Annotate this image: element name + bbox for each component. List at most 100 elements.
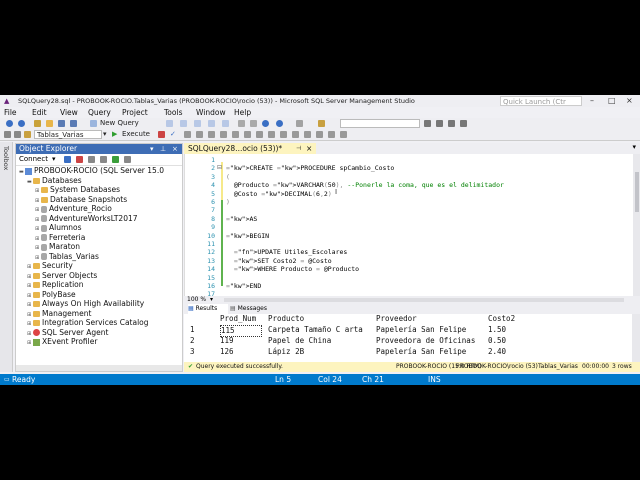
tree-node[interactable]: ⊞ Maraton (35, 242, 80, 251)
results-to-file-icon[interactable] (280, 131, 287, 138)
column-header[interactable]: Costo2 (488, 314, 515, 324)
comment-icon[interactable] (292, 131, 299, 138)
save-icon[interactable] (58, 120, 65, 127)
connect-button[interactable]: Connect (19, 154, 48, 165)
execute-icon[interactable]: ▶ (112, 130, 117, 139)
editor-horizontal-scrollbar[interactable] (224, 298, 624, 302)
collapse-icon[interactable]: ⊟ (217, 164, 222, 171)
query-designer-icon[interactable] (196, 131, 203, 138)
change-connection-icon[interactable] (14, 131, 21, 138)
tree-node[interactable]: ⊞ SQL Server Agent (27, 328, 108, 337)
column-header[interactable]: Proveedor (376, 314, 417, 324)
dax-icon[interactable] (222, 120, 229, 127)
object-browser-icon[interactable] (460, 120, 467, 127)
scroll-thumb[interactable] (635, 172, 639, 212)
tree-node[interactable]: ▬ PROBOOK-ROCIO (SQL Server 15.0 (19, 166, 164, 175)
zoom-dropdown-icon[interactable]: ▾ (210, 296, 213, 304)
table-row[interactable]: 3 126 Lápiz 2B Papelería San Felipe 2.40 (184, 347, 624, 357)
chevron-down-icon[interactable]: ▾ (103, 130, 107, 139)
copy-icon[interactable] (250, 120, 257, 127)
code-line[interactable]: ="kw">AS (226, 215, 257, 223)
column-header[interactable]: Prod_Num (220, 314, 256, 324)
code-line[interactable]: ="kw">WHERE Producto = @Producto (226, 265, 359, 273)
table-cell[interactable]: 2.40 (488, 347, 506, 357)
menu-help[interactable]: Help (234, 108, 251, 117)
menu-window[interactable]: Window (196, 108, 226, 117)
database-select[interactable]: Tablas_Varias (34, 130, 102, 139)
find-icon[interactable] (318, 120, 325, 127)
tab-results[interactable]: ▦ Results (188, 304, 228, 314)
table-cell[interactable]: Papel de China (268, 336, 331, 346)
results-to-grid-icon[interactable] (268, 131, 275, 138)
code-line[interactable]: ="kw">BEGIN (226, 232, 269, 240)
row-number[interactable]: 2 (190, 336, 195, 346)
results-vertical-scrollbar[interactable] (632, 314, 640, 362)
start-debug-icon[interactable] (296, 120, 303, 127)
cut-icon[interactable] (238, 120, 245, 127)
table-cell[interactable]: 126 (220, 347, 234, 357)
xmla-icon[interactable] (208, 120, 215, 127)
dmx-icon[interactable] (194, 120, 201, 127)
tree-node[interactable]: ⊞ Integration Services Catalog (27, 318, 149, 327)
specify-values-icon[interactable] (340, 131, 347, 138)
menu-edit[interactable]: Edit (32, 108, 47, 117)
query-editor[interactable]: 1 2 3 4 5 6 7 8 9 10 11 12 13 14 15 16 17 ⊟ ="kw">CREATE… (184, 154, 640, 298)
tree-node[interactable]: ⊞ Alumnos (35, 223, 82, 232)
intellisense-icon[interactable] (208, 131, 215, 138)
tree-node[interactable]: ⊞ Ferreteria (35, 233, 85, 242)
new-query-icon[interactable] (90, 120, 97, 127)
table-cell[interactable]: 1.50 (488, 325, 506, 335)
row-number[interactable]: 1 (190, 325, 195, 335)
connect-dropdown-icon[interactable]: ▾ (52, 154, 56, 165)
tree-node[interactable]: ⊞ Adventure_Rocio (35, 204, 112, 213)
include-plan-icon[interactable] (220, 131, 227, 138)
tree-node[interactable]: ⊞ Security (27, 261, 73, 270)
tree-node[interactable]: ⊞ AdventureWorksLT2017 (35, 214, 138, 223)
open-icon[interactable] (46, 120, 53, 127)
tree-node[interactable]: ⊞ Tablas_Varias (35, 252, 99, 261)
activity-monitor-icon[interactable] (124, 156, 131, 163)
redo-icon[interactable] (276, 120, 283, 127)
tree-node[interactable]: ⊞ XEvent Profiler (27, 337, 97, 346)
horizontal-scrollbar[interactable] (16, 365, 182, 371)
tree-node[interactable]: ⊞ PolyBase (27, 290, 76, 299)
table-row[interactable]: 2 119 Papel de China Proveedora de Oficinas… (184, 336, 624, 346)
table-cell[interactable]: 119 (220, 336, 234, 346)
back-icon[interactable] (6, 120, 13, 127)
minimize-icon[interactable]: – (590, 96, 594, 105)
find-combo[interactable] (340, 119, 420, 128)
decrease-indent-icon[interactable] (316, 131, 323, 138)
toolbox-strip[interactable]: Toolbox (0, 142, 13, 372)
pin-dropdown-icon[interactable]: ▾ (150, 144, 154, 154)
solution-explorer-icon[interactable] (424, 120, 431, 127)
new-project-icon[interactable] (34, 120, 41, 127)
tab-messages[interactable]: ▤ Messages (230, 304, 267, 314)
cancel-query-icon[interactable] (158, 131, 165, 138)
parse-icon[interactable]: ✓ (170, 130, 176, 139)
properties-icon[interactable] (436, 120, 443, 127)
table-cell[interactable]: 0.50 (488, 336, 506, 346)
connect-icon[interactable] (4, 131, 11, 138)
tab-sqlquery28[interactable]: SQLQuery28...ocio (53))* ⊣ × (184, 143, 316, 154)
menu-view[interactable]: View (60, 108, 78, 117)
code-line[interactable]: @Costo ="kw">DECIMAL(6,2) (226, 190, 332, 198)
tree-node[interactable]: ⊞ Always On High Availability (27, 299, 144, 308)
client-stats-icon[interactable] (244, 131, 251, 138)
row-number[interactable]: 3 (190, 347, 195, 357)
pin-icon[interactable]: ⊥ (160, 144, 166, 154)
tree-node[interactable]: ⊞ Server Objects (27, 271, 97, 280)
toolbox-label[interactable]: Toolbox (2, 146, 10, 170)
tree-node[interactable]: ▬ Databases (27, 176, 82, 185)
table-cell[interactable]: Carpeta Tamaño C arta (268, 325, 363, 335)
tab-overflow-icon[interactable]: ▾ (632, 143, 636, 151)
menu-query[interactable]: Query (88, 108, 111, 117)
refresh-icon[interactable] (112, 156, 119, 163)
undo-icon[interactable] (262, 120, 269, 127)
filter-icon[interactable] (100, 156, 107, 163)
column-header[interactable]: Producto (268, 314, 304, 324)
menu-file[interactable]: File (4, 108, 17, 117)
table-row[interactable]: 1 115 Carpeta Tamaño C arta Papelería San F… (184, 325, 624, 337)
editor-vertical-scrollbar[interactable] (633, 154, 640, 296)
code-line[interactable]: ="kw">CREATE ="kw">PROCEDURE spCambio_Co… (226, 164, 394, 172)
code-line[interactable]: ="fn">UPDATE Utiles_Escolares (226, 248, 348, 256)
